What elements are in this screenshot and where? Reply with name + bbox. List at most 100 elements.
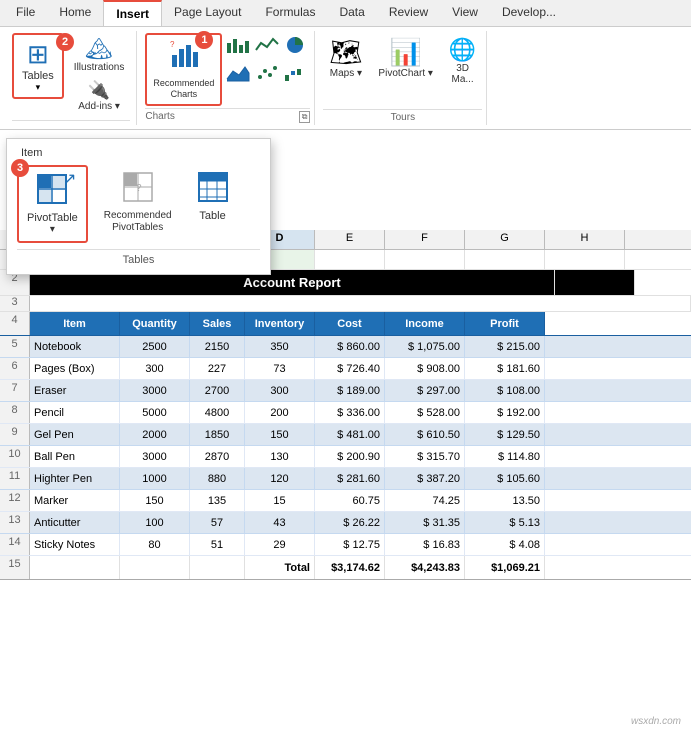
tab-review[interactable]: Review [377, 0, 440, 26]
cell-g9[interactable]: $ 129.50 [465, 424, 545, 445]
tab-page-layout[interactable]: Page Layout [162, 0, 253, 26]
cell-c12[interactable]: 135 [190, 490, 245, 511]
cell-c14[interactable]: 51 [190, 534, 245, 555]
pivot-chart-button[interactable]: 📊 PivotChart ▾ [372, 33, 438, 83]
th-item[interactable]: Item [30, 312, 120, 335]
scatter-chart-button[interactable] [253, 61, 281, 88]
cell-g1[interactable] [465, 250, 545, 269]
cell-b13[interactable]: 100 [120, 512, 190, 533]
cell-b12[interactable]: 150 [120, 490, 190, 511]
tab-data[interactable]: Data [327, 0, 376, 26]
th-inventory[interactable]: Inventory [245, 312, 315, 335]
cell-a7[interactable]: Eraser [30, 380, 120, 401]
cell-f7[interactable]: $ 297.00 [385, 380, 465, 401]
cell-g8[interactable]: $ 192.00 [465, 402, 545, 423]
cell-d15-total[interactable]: Total [245, 556, 315, 579]
maps-button[interactable]: 🗺 Maps ▾ [323, 33, 368, 83]
cell-d13[interactable]: 43 [245, 512, 315, 533]
cell-d14[interactable]: 29 [245, 534, 315, 555]
cell-e12[interactable]: 60.75 [315, 490, 385, 511]
cell-d7[interactable]: 300 [245, 380, 315, 401]
th-cost[interactable]: Cost [315, 312, 385, 335]
cell-b11[interactable]: 1000 [120, 468, 190, 489]
cell-g10[interactable]: $ 114.80 [465, 446, 545, 467]
cell-b8[interactable]: 5000 [120, 402, 190, 423]
add-ins-button[interactable]: 🔌 Add-ins ▾ [68, 78, 131, 114]
tab-view[interactable]: View [440, 0, 490, 26]
cell-c5[interactable]: 2150 [190, 336, 245, 357]
cell-e8[interactable]: $ 336.00 [315, 402, 385, 423]
cell-c13[interactable]: 57 [190, 512, 245, 533]
cell-f9[interactable]: $ 610.50 [385, 424, 465, 445]
cell-c10[interactable]: 2870 [190, 446, 245, 467]
th-profit[interactable]: Profit [465, 312, 545, 335]
cell-b15[interactable] [120, 556, 190, 579]
tab-home[interactable]: Home [47, 0, 103, 26]
cell-a12[interactable]: Marker [30, 490, 120, 511]
cell-d10[interactable]: 130 [245, 446, 315, 467]
cell-d9[interactable]: 150 [245, 424, 315, 445]
line-chart-button[interactable] [253, 33, 281, 60]
recommended-pivot-item[interactable]: ? RecommendedPivotTables [96, 165, 180, 240]
cell-g15-total[interactable]: $1,069.21 [465, 556, 545, 579]
cell-c6[interactable]: 227 [190, 358, 245, 379]
th-sales[interactable]: Sales [190, 312, 245, 335]
cell-e13[interactable]: $ 26.22 [315, 512, 385, 533]
cell-a8[interactable]: Pencil [30, 402, 120, 423]
tab-developer[interactable]: Develop... [490, 0, 568, 26]
cell-b10[interactable]: 3000 [120, 446, 190, 467]
cell-d8[interactable]: 200 [245, 402, 315, 423]
tab-file[interactable]: File [4, 0, 47, 26]
cell-f11[interactable]: $ 387.20 [385, 468, 465, 489]
cell-a13[interactable]: Anticutter [30, 512, 120, 533]
cell-b5[interactable]: 2500 [120, 336, 190, 357]
bar-chart-button[interactable] [224, 33, 252, 60]
cell-g7[interactable]: $ 108.00 [465, 380, 545, 401]
waterfall-chart-button[interactable] [282, 61, 310, 88]
cell-h1[interactable] [545, 250, 625, 269]
cell-b7[interactable]: 3000 [120, 380, 190, 401]
3d-map-button[interactable]: 🌐 3DMa... [443, 33, 482, 89]
cell-a15[interactable] [30, 556, 120, 579]
table-item[interactable]: Table [188, 165, 238, 228]
cell-a5[interactable]: Notebook [30, 336, 120, 357]
cell-f8[interactable]: $ 528.00 [385, 402, 465, 423]
cell-g5[interactable]: $ 215.00 [465, 336, 545, 357]
cell-a14[interactable]: Sticky Notes [30, 534, 120, 555]
cell-a9[interactable]: Gel Pen [30, 424, 120, 445]
cell-g11[interactable]: $ 105.60 [465, 468, 545, 489]
cell-e10[interactable]: $ 200.90 [315, 446, 385, 467]
cell-d12[interactable]: 15 [245, 490, 315, 511]
cell-d6[interactable]: 73 [245, 358, 315, 379]
cell-f5[interactable]: $ 1,075.00 [385, 336, 465, 357]
cell-e6[interactable]: $ 726.40 [315, 358, 385, 379]
cell-e15-total[interactable]: $3,174.62 [315, 556, 385, 579]
cell-f14[interactable]: $ 16.83 [385, 534, 465, 555]
cell-f6[interactable]: $ 908.00 [385, 358, 465, 379]
cell-c8[interactable]: 4800 [190, 402, 245, 423]
cell-b9[interactable]: 2000 [120, 424, 190, 445]
cell-c15[interactable] [190, 556, 245, 579]
cell-e1[interactable] [315, 250, 385, 269]
cell-g6[interactable]: $ 181.60 [465, 358, 545, 379]
cell-e14[interactable]: $ 12.75 [315, 534, 385, 555]
cell-c11[interactable]: 880 [190, 468, 245, 489]
cell-a6[interactable]: Pages (Box) [30, 358, 120, 379]
cell-f1[interactable] [385, 250, 465, 269]
cell-a10[interactable]: Ball Pen [30, 446, 120, 467]
cell-e11[interactable]: $ 281.60 [315, 468, 385, 489]
cell-b6[interactable]: 300 [120, 358, 190, 379]
cell-c9[interactable]: 1850 [190, 424, 245, 445]
cell-g13[interactable]: $ 5.13 [465, 512, 545, 533]
cell-c7[interactable]: 2700 [190, 380, 245, 401]
cell-f10[interactable]: $ 315.70 [385, 446, 465, 467]
tab-insert[interactable]: Insert [103, 0, 162, 26]
cell-d11[interactable]: 120 [245, 468, 315, 489]
cell-g12[interactable]: 13.50 [465, 490, 545, 511]
th-income[interactable]: Income [385, 312, 465, 335]
cell-h2[interactable] [555, 270, 635, 295]
th-quantity[interactable]: Quantity [120, 312, 190, 335]
cell-f12[interactable]: 74.25 [385, 490, 465, 511]
tab-formulas[interactable]: Formulas [253, 0, 327, 26]
cell-e5[interactable]: $ 860.00 [315, 336, 385, 357]
